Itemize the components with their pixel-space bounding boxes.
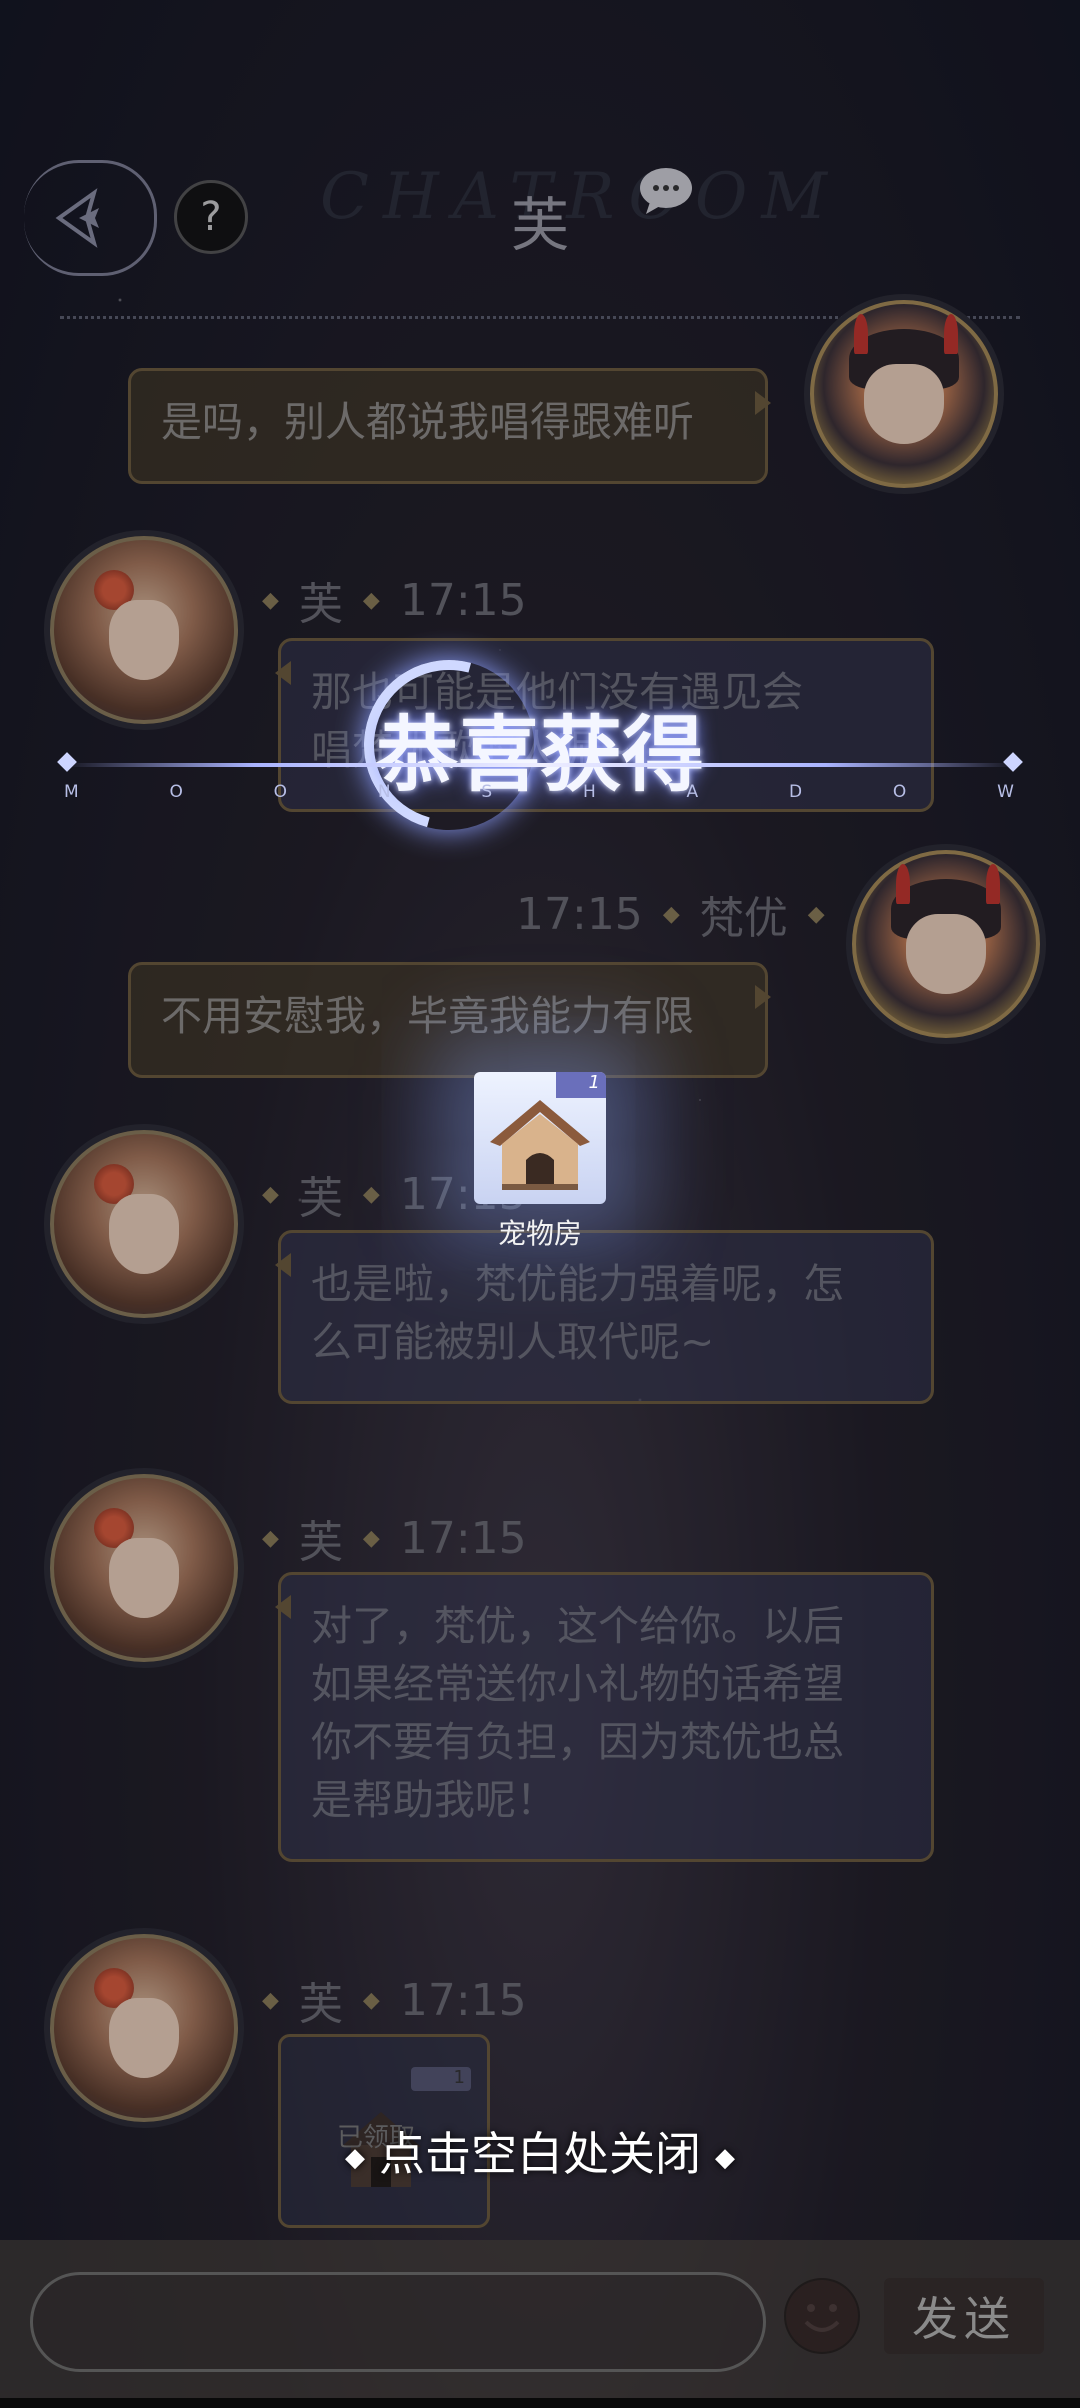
input-bar: 发送 xyxy=(0,2240,1080,2408)
system-bottom-bar xyxy=(0,2398,1080,2408)
close-hint[interactable]: ◆ 点击空白处关闭 ◆ xyxy=(0,2118,1080,2184)
subtitle-letter: H xyxy=(582,782,598,802)
moonshadow-subtitle: M O O N S H A D O W xyxy=(64,782,1016,802)
subtitle-letter: W xyxy=(997,782,1016,802)
subtitle-letter: O xyxy=(273,782,290,802)
subtitle-letter: S xyxy=(481,782,495,802)
subtitle-letter: M xyxy=(64,782,81,802)
pet-house-icon xyxy=(490,1100,590,1190)
subtitle-letter: A xyxy=(686,782,701,802)
reward-item[interactable]: 1 xyxy=(474,1072,606,1204)
banner-divider-line xyxy=(64,763,1016,767)
emoji-icon xyxy=(786,2280,858,2352)
subtitle-letter: O xyxy=(169,782,185,802)
reward-name: 宠物房 xyxy=(497,1217,582,1250)
message-input[interactable] xyxy=(30,2272,766,2372)
subtitle-letter: O xyxy=(892,782,909,802)
close-hint-text: 点击空白处关闭 xyxy=(379,2127,701,2181)
send-button[interactable]: 发送 xyxy=(884,2278,1044,2354)
subtitle-letter: D xyxy=(788,782,805,802)
emoji-button[interactable] xyxy=(784,2278,860,2354)
reward-overlay[interactable] xyxy=(0,0,1080,2408)
subtitle-letter: N xyxy=(377,782,393,802)
